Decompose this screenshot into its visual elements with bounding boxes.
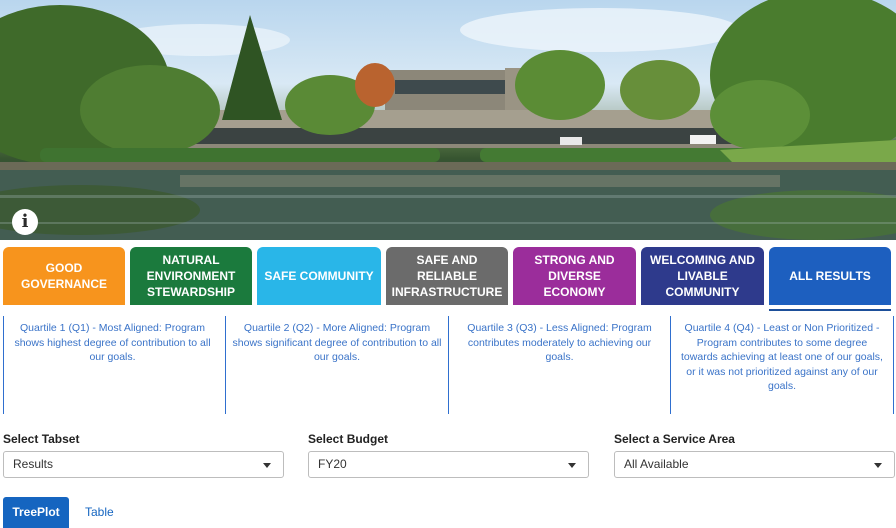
hero-scene [0,0,896,240]
budget-label: Select Budget [308,432,389,446]
tab-good-governance[interactable]: GOOD GOVERNANCE [3,247,125,305]
quartile-divider [225,316,226,414]
budget-select[interactable]: FY20 [308,451,589,478]
tab-strong-and-diverse-economy[interactable]: STRONG AND DIVERSE ECONOMY [513,247,636,305]
quartile-divider [3,316,4,414]
chevron-down-icon [263,463,271,468]
quartile-4-description: Quartile 4 (Q4) - Least or Non Prioritiz… [681,322,883,392]
tabset-select-value: Results [13,457,54,471]
quartile-divider [670,316,671,414]
service-area-select[interactable]: All Available [614,451,895,478]
quartile-2-description: Quartile 2 (Q2) - More Aligned: Program … [232,322,442,363]
hero-image: i [0,0,896,240]
chevron-down-icon [874,463,882,468]
tab-table[interactable]: Table [73,497,126,528]
chevron-down-icon [568,463,576,468]
tab-safe-community[interactable]: SAFE COMMUNITY [257,247,381,305]
tab-all-results[interactable]: ALL RESULTS [769,247,891,305]
tab-natural-environment-stewardship[interactable]: NATURAL ENVIRONMENT STEWARDSHIP [130,247,252,305]
tabset-select[interactable]: Results [3,451,284,478]
active-tab-indicator [769,309,891,311]
quartile-1-description: Quartile 1 (Q1) - Most Aligned: Program … [14,322,211,363]
service-area-label: Select a Service Area [614,432,735,446]
priority-tabs: GOOD GOVERNANCE NATURAL ENVIRONMENT STEW… [0,247,896,305]
tab-safe-and-reliable-infrastructure[interactable]: SAFE AND RELIABLE INFRASTRUCTURE [386,247,508,305]
quartile-divider [893,316,894,414]
quartile-3-description: Quartile 3 (Q3) - Less Aligned: Program … [467,322,652,363]
budget-select-value: FY20 [318,457,347,471]
tab-welcoming-and-livable-community[interactable]: WELCOMING AND LIVABLE COMMUNITY [641,247,764,305]
service-area-select-value: All Available [624,457,689,471]
info-circle-icon[interactable]: i [12,209,38,235]
tab-treeplot[interactable]: TreePlot [3,497,69,528]
quartile-divider [448,316,449,414]
tabset-label: Select Tabset [3,432,80,446]
